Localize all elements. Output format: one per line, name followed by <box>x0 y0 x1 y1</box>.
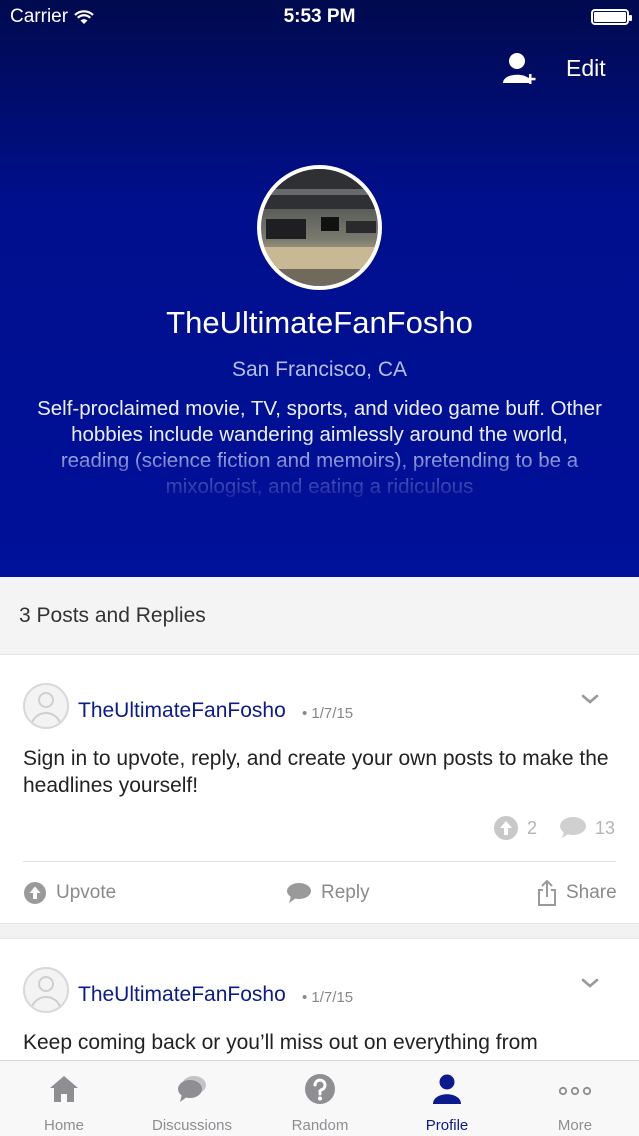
add-friend-icon[interactable] <box>500 50 540 86</box>
profile-bio[interactable]: Self-proclaimed movie, TV, sports, and v… <box>36 396 603 500</box>
tab-random[interactable]: Random <box>256 1061 384 1136</box>
upvote-count-icon <box>493 816 518 840</box>
tab-label: Discussions <box>151 1117 233 1134</box>
profile-location: San Francisco, CA <box>231 358 408 381</box>
chat-bubbles-icon <box>178 1076 206 1102</box>
chevron-down-icon[interactable] <box>580 973 600 993</box>
profile-username: TheUltimateFanFosho <box>166 305 473 340</box>
upvote-icon <box>24 882 46 904</box>
upvote-count: 2 <box>526 817 537 838</box>
profile-avatar <box>257 165 382 290</box>
post-username[interactable]: TheUltimateFanFosho <box>78 983 286 1007</box>
divider <box>23 861 616 862</box>
question-icon <box>305 1074 335 1104</box>
edit-button[interactable]: Edit <box>566 55 606 82</box>
tab-bar: Home Discussions Random Profile More <box>0 1060 639 1136</box>
more-dots-icon <box>559 1086 591 1096</box>
upvote-button[interactable]: Upvote <box>23 881 116 905</box>
user-avatar-icon <box>23 967 69 1013</box>
posts-count-title: 3 Posts and Replies <box>19 604 206 627</box>
tab-label: More <box>557 1117 593 1134</box>
clock: 5:53 PM <box>283 6 356 27</box>
post-date: • 1/7/15 <box>302 705 354 722</box>
user-avatar-icon <box>23 683 69 729</box>
profile-header: Carrier 5:53 PM Edit TheUltimateFanFosho… <box>0 0 639 577</box>
reply-icon <box>287 883 311 903</box>
post-text[interactable]: Sign in to upvote, reply, and create you… <box>23 745 623 799</box>
upvote-label: Upvote <box>56 882 117 903</box>
reply-count-icon <box>559 817 586 838</box>
tab-home[interactable]: Home <box>0 1061 128 1136</box>
tab-profile[interactable]: Profile <box>383 1061 511 1136</box>
battery-icon <box>591 9 632 25</box>
post-card[interactable]: TheUltimateFanFosho • 1/7/15 Keep coming… <box>0 938 639 1068</box>
person-icon <box>433 1074 461 1104</box>
chevron-down-icon[interactable] <box>580 689 600 709</box>
share-icon <box>538 879 556 906</box>
post-card[interactable]: TheUltimateFanFosho • 1/7/15 Sign in to … <box>0 654 639 924</box>
post-username[interactable]: TheUltimateFanFosho <box>78 699 286 723</box>
post-text[interactable]: Keep coming back or you’ll miss out on e… <box>23 1029 623 1056</box>
tab-label: Home <box>43 1117 84 1134</box>
reply-count: 13 <box>594 817 615 838</box>
reply-label: Reply <box>321 882 370 903</box>
tab-label: Random <box>291 1117 349 1134</box>
post-actions: Upvote Reply Share <box>0 877 639 917</box>
tab-label: Profile <box>425 1117 469 1134</box>
tab-discussions[interactable]: Discussions <box>128 1061 256 1136</box>
post-stats: 2 13 <box>493 815 615 841</box>
status-bar: Carrier 5:53 PM <box>0 0 639 34</box>
posts-section-header: 3 Posts and Replies <box>0 577 639 654</box>
share-label: Share <box>566 882 617 903</box>
tab-more[interactable]: More <box>511 1061 639 1136</box>
home-icon <box>50 1076 78 1102</box>
post-date: • 1/7/15 <box>302 989 354 1006</box>
avatar-photo <box>261 169 378 286</box>
share-button[interactable]: Share <box>537 879 617 907</box>
reply-button[interactable]: Reply <box>286 882 370 904</box>
